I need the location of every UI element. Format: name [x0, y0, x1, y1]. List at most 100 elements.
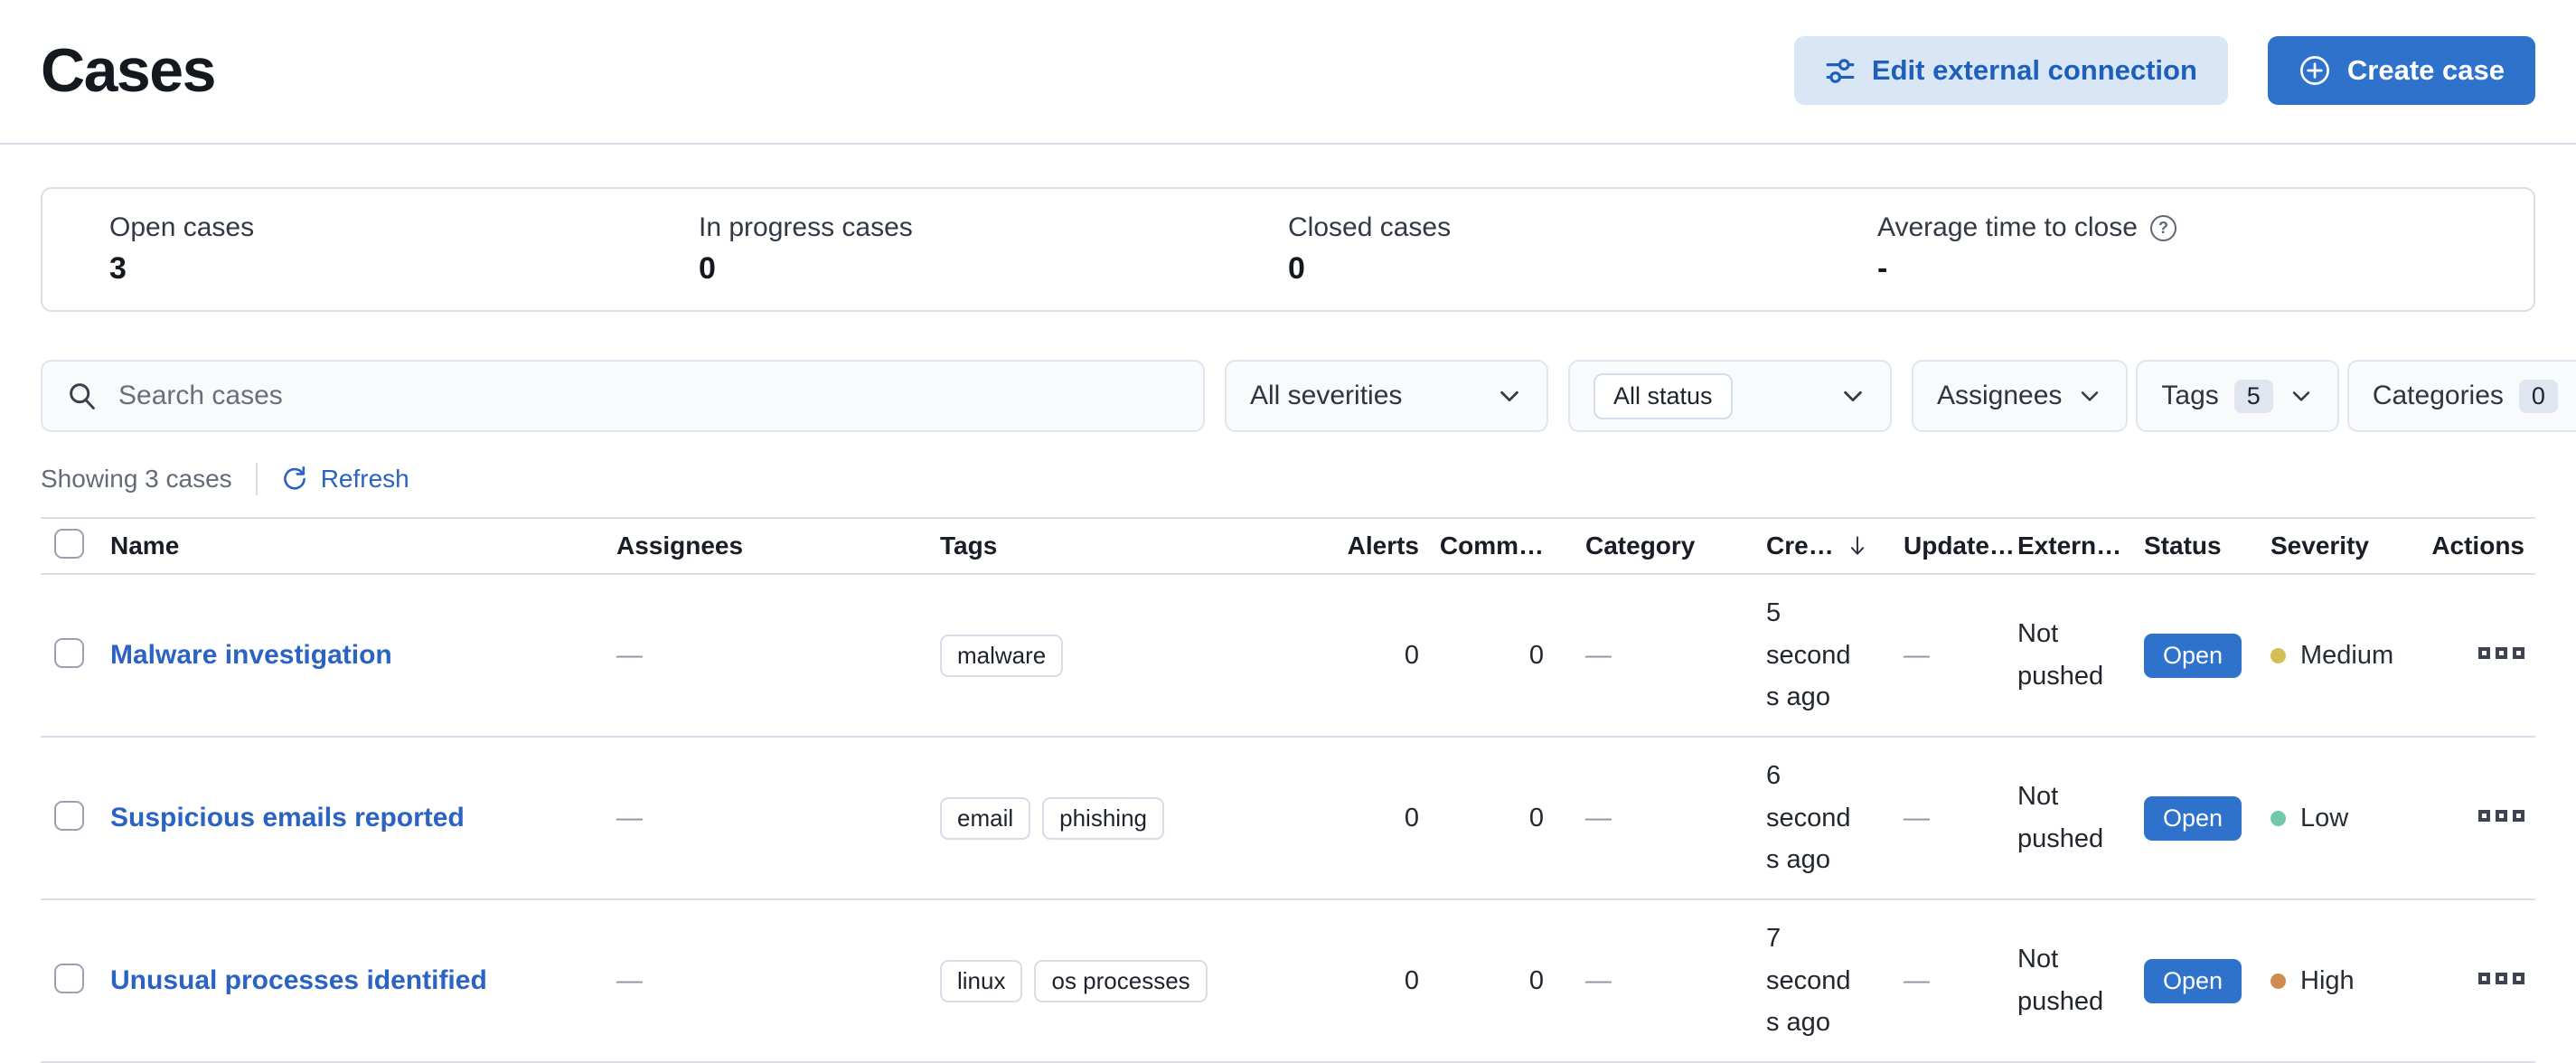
edit-external-connection-button[interactable]: Edit external connection	[1793, 36, 2228, 105]
updated-value: —	[1904, 640, 1930, 670]
row-actions-button[interactable]	[2478, 810, 2524, 822]
tag-badge: malware	[940, 634, 1064, 677]
updated-value: —	[1904, 965, 1930, 995]
row-checkbox[interactable]	[54, 964, 84, 993]
alerts-count: 0	[1404, 965, 1419, 995]
column-label-category: Category	[1585, 532, 1696, 560]
table-row: Suspicious emails reported — email phishing…	[41, 738, 2535, 900]
assignees-value: —	[616, 803, 643, 833]
boxes-horizontal-icon	[2478, 810, 2490, 822]
sort-desc-icon	[1845, 533, 1870, 559]
header-cell-created[interactable]: Cre…	[1734, 532, 1871, 560]
severity-label: Medium	[2300, 640, 2394, 670]
plus-circle-icon	[2299, 54, 2331, 87]
row-checkbox[interactable]	[54, 801, 84, 831]
comments-count: 0	[1528, 803, 1544, 833]
tags-filter-button[interactable]: Tags 5	[2136, 360, 2339, 432]
severity-dot	[2270, 647, 2286, 663]
categories-filter-button[interactable]: Categories 0	[2346, 360, 2576, 432]
create-case-button[interactable]: Create case	[2267, 36, 2535, 105]
page-header: Cases Edit external connection Create ca…	[0, 0, 2576, 116]
boxes-horizontal-icon	[2513, 810, 2524, 822]
boxes-horizontal-icon	[2496, 973, 2507, 984]
sliders-icon	[1825, 55, 1856, 86]
header-cell-severity: Severity	[2238, 532, 2383, 560]
filter-group: Assignees Tags 5 Categories 0	[1912, 360, 2576, 432]
severity-value: Medium	[2270, 641, 2393, 671]
alerts-count: 0	[1404, 640, 1419, 670]
row-actions-button[interactable]	[2478, 973, 2524, 984]
tags-list: email phishing	[940, 796, 1164, 840]
severity-filter-label: All severities	[1250, 381, 1403, 410]
status-badge[interactable]: Open	[2144, 633, 2242, 678]
table-row: Unusual processes identified — linux os pro…	[41, 900, 2535, 1063]
boxes-horizontal-icon	[2478, 973, 2490, 984]
help-icon[interactable]: ?	[2149, 214, 2176, 241]
search-cases-input[interactable]	[118, 381, 1180, 411]
boxes-horizontal-icon	[2513, 647, 2524, 659]
severity-label: High	[2300, 965, 2355, 995]
create-case-label: Create case	[2346, 54, 2505, 86]
alerts-count: 0	[1404, 803, 1419, 833]
header-cell-assignees: Assignees	[603, 532, 926, 560]
header-cell-name[interactable]: Name	[97, 532, 603, 560]
assignees-filter-button[interactable]: Assignees	[1912, 360, 2129, 432]
header-actions: Edit external connection Create case	[1793, 36, 2535, 105]
severity-dot	[2270, 973, 2286, 989]
tag-badge: phishing	[1042, 796, 1164, 840]
header-cell-category: Category	[1553, 532, 1734, 560]
assignees-value: —	[616, 640, 643, 670]
external-status-value: Not pushed	[2017, 945, 2104, 1016]
comments-count: 0	[1528, 640, 1544, 670]
stat-closed-cases: Closed cases 0	[1288, 212, 1877, 287]
chevron-down-icon	[2077, 383, 2102, 409]
column-label-status: Status	[2144, 532, 2222, 560]
search-icon	[66, 380, 99, 412]
category-value: —	[1585, 803, 1612, 833]
boxes-horizontal-icon	[2478, 647, 2490, 659]
header-cell-actions: Actions	[2383, 532, 2535, 560]
column-label-name: Name	[110, 532, 180, 560]
status-filter-selected: All status	[1594, 372, 1733, 419]
column-label-assignees: Assignees	[616, 532, 744, 560]
list-meta-row: Showing 3 cases Refresh	[41, 463, 2535, 495]
cases-page: Cases Edit external connection Create ca…	[0, 0, 2576, 1063]
case-name-link[interactable]: Suspicious emails reported	[110, 803, 465, 833]
header-cell-status: Status	[2111, 532, 2238, 560]
stat-average-time-to-close-value: -	[1877, 251, 1888, 286]
showing-count-text: Showing 3 cases	[41, 465, 232, 493]
header-cell-external: Extern…	[1985, 532, 2121, 560]
status-badge[interactable]: Open	[2144, 795, 2242, 841]
case-name-link[interactable]: Malware investigation	[110, 640, 392, 670]
boxes-horizontal-icon	[2513, 973, 2524, 984]
refresh-icon	[281, 466, 308, 493]
severity-value: High	[2270, 966, 2355, 996]
header-cell-alerts: Alerts	[1306, 532, 1428, 560]
status-filter-dropdown[interactable]: All status	[1568, 360, 1892, 432]
search-cases-box	[41, 360, 1205, 432]
updated-value: —	[1904, 803, 1930, 833]
status-badge[interactable]: Open	[2144, 958, 2242, 1003]
column-label-comments: Comm…	[1439, 532, 1544, 560]
chevron-down-icon	[1839, 382, 1866, 409]
refresh-button[interactable]: Refresh	[281, 465, 409, 494]
created-value: 6 seconds ago	[1766, 760, 1851, 875]
category-value: —	[1585, 640, 1612, 670]
stats-panel: Open cases 3 In progress cases 0 Closed …	[41, 187, 2535, 312]
select-all-checkbox[interactable]	[54, 529, 84, 559]
vertical-divider	[255, 463, 258, 495]
row-checkbox[interactable]	[54, 638, 84, 668]
comments-count: 0	[1528, 965, 1544, 995]
stat-closed-cases-value: 0	[1288, 251, 1305, 286]
stat-in-progress-cases-value: 0	[699, 251, 716, 286]
refresh-label: Refresh	[320, 465, 409, 493]
case-name-link[interactable]: Unusual processes identified	[110, 965, 487, 995]
header-cell-updated: Update…	[1871, 532, 2015, 560]
severity-dot	[2270, 810, 2286, 826]
severity-filter-dropdown[interactable]: All severities	[1225, 360, 1548, 432]
header-divider	[0, 143, 2576, 145]
row-actions-button[interactable]	[2478, 647, 2524, 659]
stat-open-cases-value: 3	[109, 251, 127, 286]
column-label-severity: Severity	[2270, 532, 2369, 560]
created-value: 7 seconds ago	[1766, 923, 1851, 1038]
